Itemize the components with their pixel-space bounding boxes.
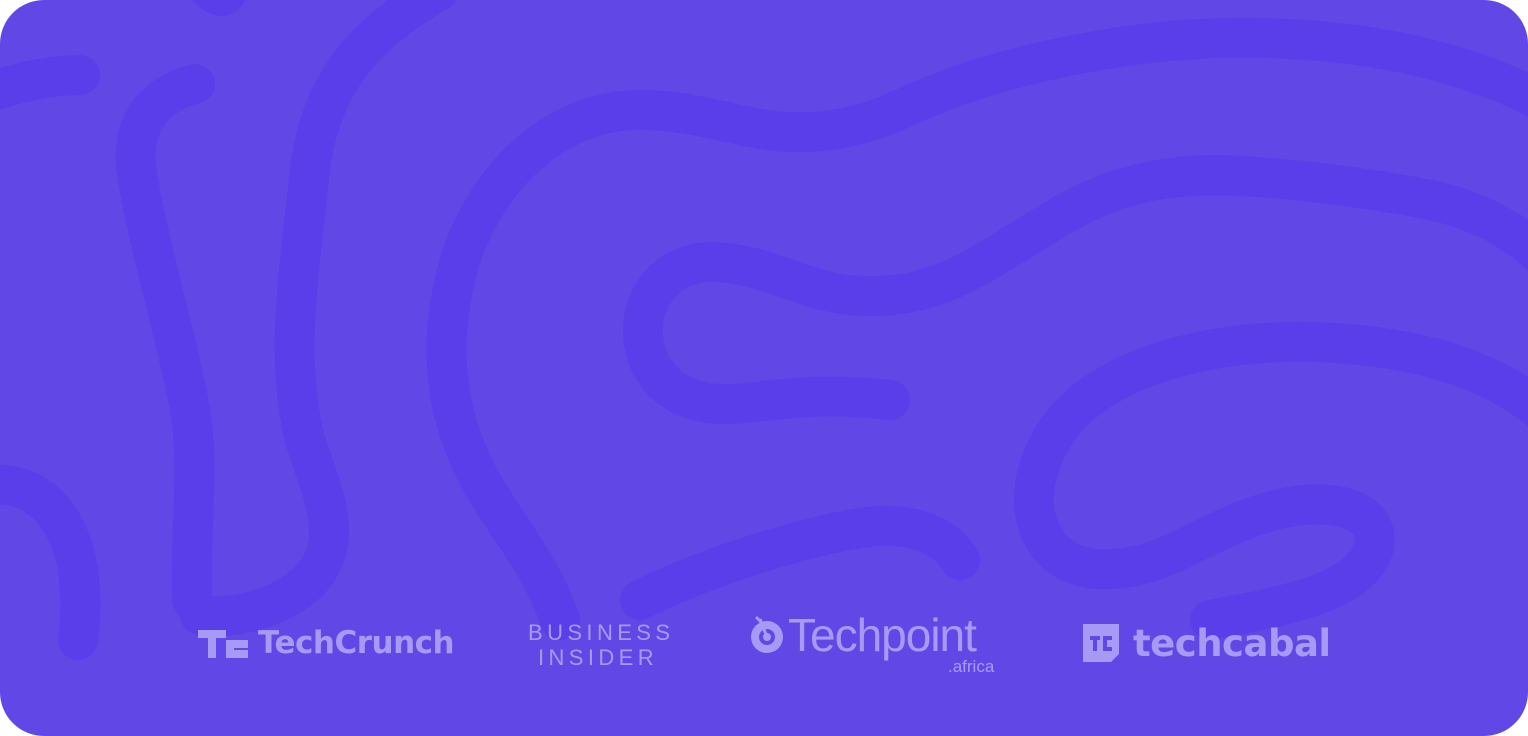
business-insider-wordmark-line2: INSIDER [538,645,659,670]
techpoint-wordmark: Techpoint [788,609,977,661]
techpoint-logo: Techpoint .africa [750,609,994,675]
techcabal-wordmark: techcabal [1133,621,1331,665]
techpoint-target-icon [751,615,783,653]
techcrunch-logo: TechCrunch [198,625,455,661]
techcabal-tc-icon [1083,624,1119,662]
techcrunch-tc-icon [198,629,248,658]
press-logos-row: TechCrunch BUSINESS INSIDER Techpoint .a… [0,600,1528,690]
press-banner: TechCrunch BUSINESS INSIDER Techpoint .a… [0,0,1528,736]
techpoint-suffix: .africa [948,657,995,676]
techcrunch-wordmark: TechCrunch [258,625,455,661]
business-insider-wordmark-line1: BUSINESS [528,620,675,645]
business-insider-logo: BUSINESS INSIDER [528,620,674,670]
techcabal-logo: techcabal [1083,624,1331,662]
